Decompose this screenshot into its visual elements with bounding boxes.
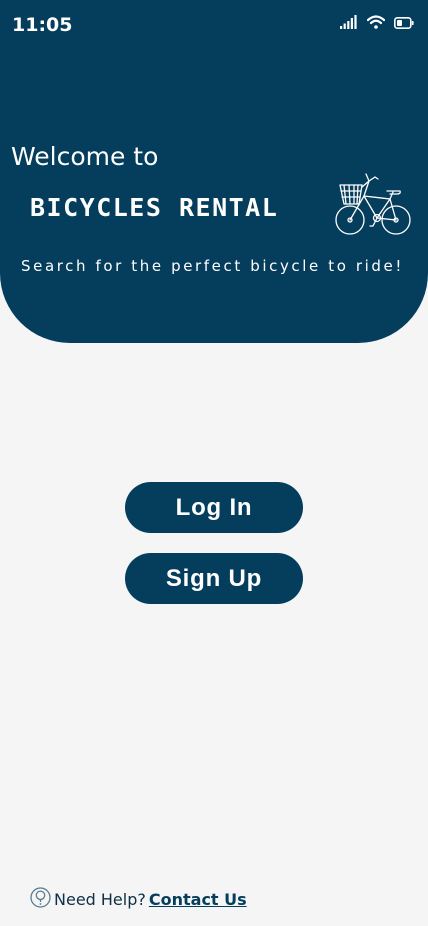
status-time: 11:05	[12, 14, 73, 36]
wifi-icon	[366, 14, 386, 33]
help-text: Need Help?	[54, 889, 146, 909]
brand-title: BICYCLES RENTAL	[30, 193, 279, 222]
signup-button[interactable]: Sign Up	[125, 553, 303, 604]
cellular-signal-icon	[340, 14, 358, 33]
status-icons	[340, 14, 414, 32]
welcome-text: Welcome to	[11, 142, 159, 171]
help-footer: Need Help? Contact Us	[30, 886, 247, 912]
question-icon	[30, 886, 51, 912]
header-banner: 11:05 Welcome to BICYCLES RENTAL Search …	[0, 0, 428, 343]
bicycle-icon	[333, 168, 415, 244]
contact-us-link[interactable]: Contact Us	[149, 890, 247, 909]
tagline: Search for the perfect bicycle to ride!	[21, 257, 404, 275]
battery-icon	[394, 14, 414, 33]
status-bar: 11:05	[0, 0, 428, 50]
login-button[interactable]: Log In	[125, 482, 303, 533]
